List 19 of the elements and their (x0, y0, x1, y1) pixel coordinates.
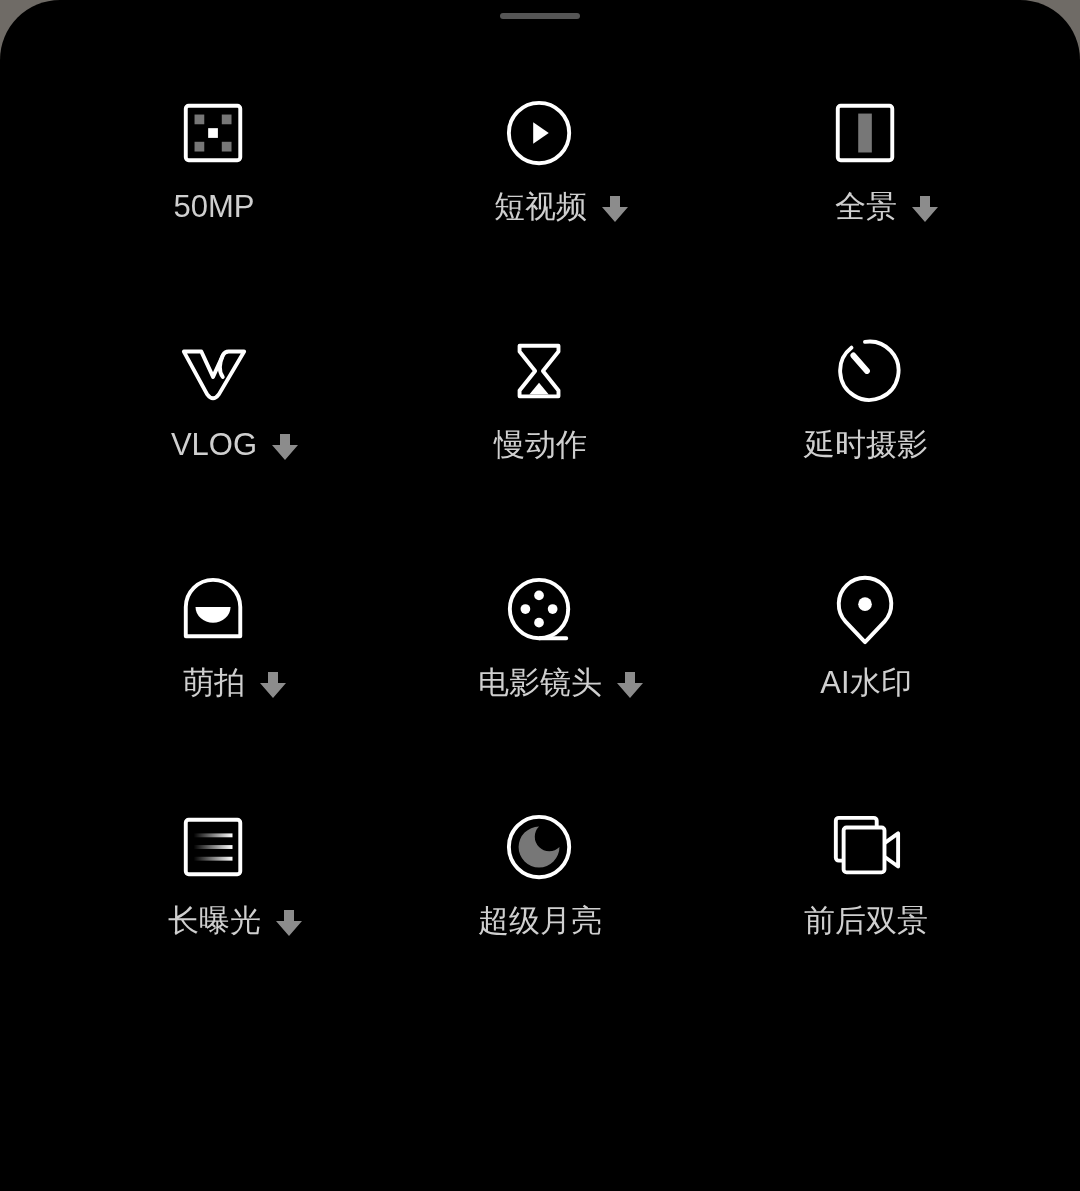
mode-label[interactable]: AI水印 (820, 657, 912, 709)
download-icon[interactable] (274, 909, 303, 937)
download-icon[interactable] (259, 671, 287, 699)
mode-label[interactable]: 延时摄影 (804, 419, 928, 471)
download-icon[interactable] (600, 195, 629, 223)
drag-handle[interactable] (500, 13, 580, 19)
mode-label[interactable]: 短视频 (493, 181, 587, 233)
mode-label[interactable]: VLOG (170, 419, 258, 471)
mode-label[interactable]: 慢动作 (493, 419, 587, 471)
download-icon[interactable] (911, 195, 939, 223)
mode-label[interactable]: 电影镜头 (478, 657, 602, 709)
download-icon[interactable] (616, 671, 644, 699)
mode-label[interactable]: 萌拍 (183, 657, 245, 709)
download-icon[interactable] (271, 433, 300, 461)
mode-label[interactable]: 全景 (835, 181, 897, 233)
mode-label[interactable]: 50MP (173, 181, 255, 233)
mode-label[interactable]: 长曝光 (167, 895, 261, 947)
mode-label[interactable]: 超级月亮 (478, 895, 602, 947)
mode-label[interactable]: 前后双景 (804, 895, 928, 947)
